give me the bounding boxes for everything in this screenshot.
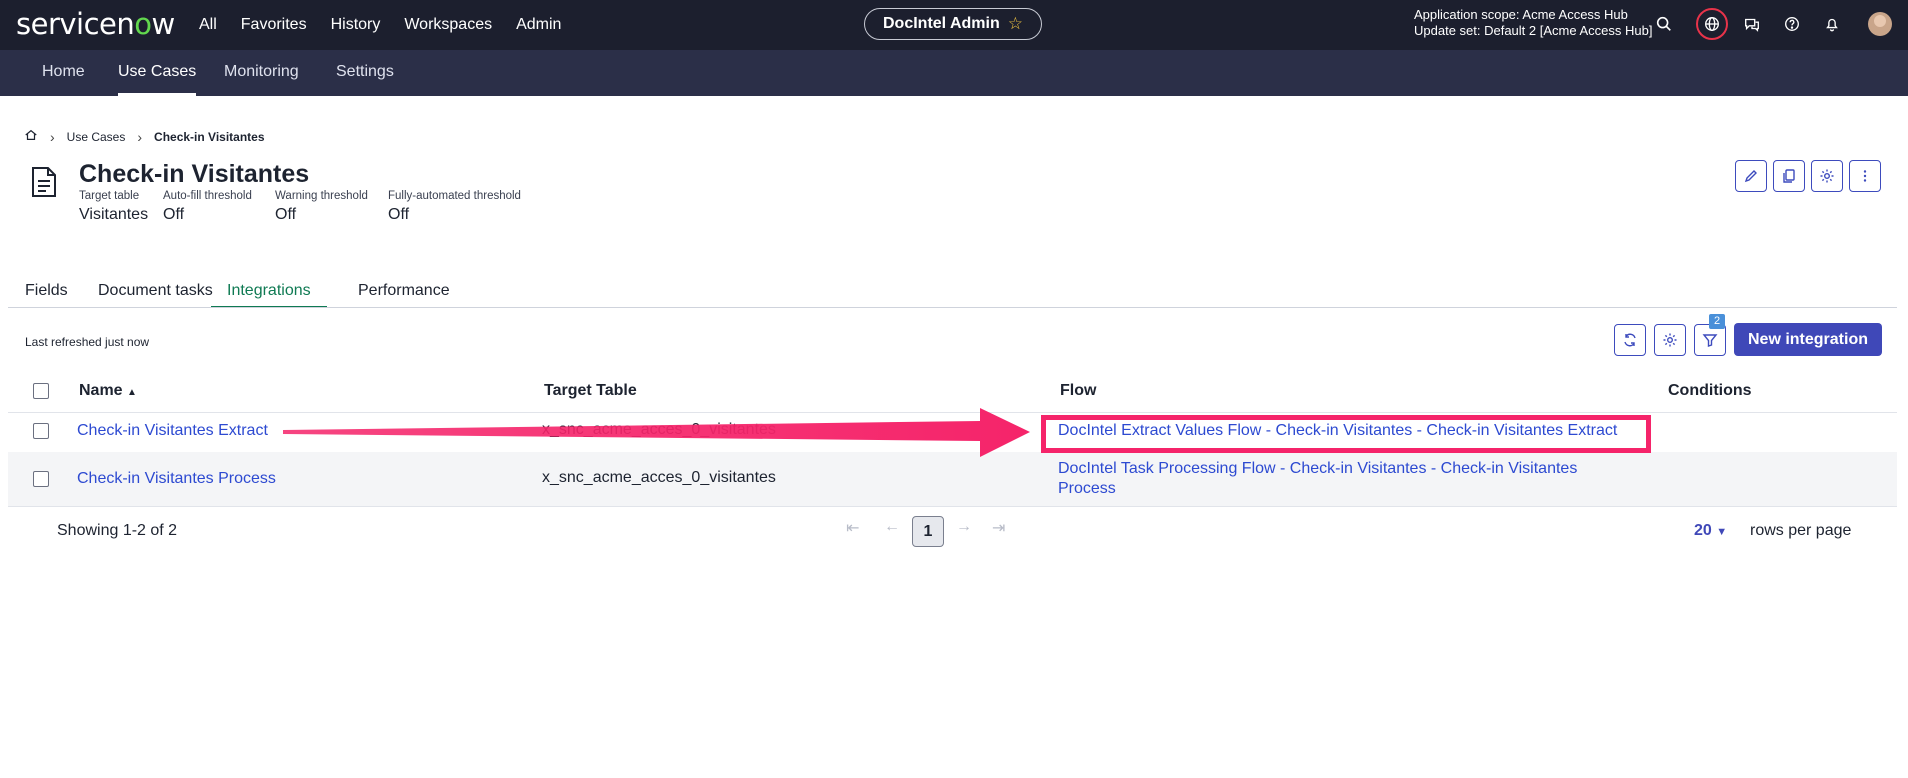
column-header-name-label: Name: [79, 382, 123, 399]
page-title: Check-in Visitantes: [79, 160, 310, 188]
meta-label: Fully-automated threshold: [388, 190, 521, 202]
gear-icon: [1820, 169, 1834, 183]
showing-count: Showing 1-2 of 2: [57, 522, 178, 539]
meta-label: Auto-fill threshold: [163, 190, 252, 202]
tab-performance[interactable]: Performance: [358, 276, 450, 308]
filter-count-badge: 2: [1709, 314, 1725, 329]
row-target-table: x_snc_acme_acces_0_visitantes: [542, 469, 776, 486]
table-bottom-divider: [8, 506, 1897, 507]
row-checkbox[interactable]: [33, 423, 49, 439]
nav-all[interactable]: All: [199, 16, 217, 34]
sub-nav: Home Use Cases Monitoring Settings: [0, 50, 1908, 96]
meta-auto-fill: Auto-fill threshold Off: [163, 190, 252, 224]
help-icon[interactable]: [1780, 12, 1804, 36]
next-page-icon[interactable]: →: [956, 518, 972, 536]
app-scope: Application scope: Acme Access Hub: [1414, 7, 1628, 22]
chevron-right-icon: ›: [50, 128, 55, 145]
breadcrumb: › Use Cases › Check-in Visitantes: [24, 128, 265, 145]
scope-info[interactable]: Application scope: Acme Access Hub Updat…: [1414, 7, 1652, 39]
column-header-target-table[interactable]: Target Table: [544, 382, 637, 400]
row-flow-line-1: DocIntel Task Processing Flow - Check-in…: [1058, 460, 1578, 477]
current-page-button[interactable]: 1: [912, 516, 944, 547]
row-flow-line-2: Process: [1058, 480, 1116, 497]
servicenow-logo[interactable]: servicenow: [16, 7, 175, 41]
more-button[interactable]: [1849, 160, 1881, 192]
top-nav: All Favorites History Workspaces Admin: [199, 0, 585, 50]
new-integration-button[interactable]: New integration: [1734, 323, 1882, 356]
row-flow-link[interactable]: DocIntel Task Processing Flow - Check-in…: [1058, 459, 1618, 499]
annotation-arrow: [283, 408, 1030, 457]
subnav-settings[interactable]: Settings: [336, 50, 394, 96]
meta-value: Off: [275, 206, 297, 223]
nav-workspaces[interactable]: Workspaces: [404, 16, 492, 34]
chevron-down-icon: ▼: [1716, 526, 1728, 538]
copy-button[interactable]: [1773, 160, 1805, 192]
previous-page-icon[interactable]: ←: [884, 518, 900, 536]
gear-icon: [1663, 333, 1677, 347]
rows-per-page-label: rows per page: [1750, 522, 1852, 539]
column-header-conditions[interactable]: Conditions: [1668, 382, 1752, 400]
meta-value: Visitantes: [79, 206, 149, 223]
last-page-icon[interactable]: ⇥: [992, 518, 1005, 538]
select-all-checkbox[interactable]: [33, 383, 49, 399]
more-vertical-icon: [1863, 170, 1867, 182]
meta-value: Off: [163, 206, 185, 223]
tab-integrations[interactable]: Integrations: [211, 276, 327, 308]
pencil-icon: [1744, 170, 1757, 183]
top-bar: servicenow All Favorites History Workspa…: [0, 0, 1908, 50]
settings-button[interactable]: [1811, 160, 1843, 192]
row-name-link[interactable]: Check-in Visitantes Extract: [77, 421, 268, 441]
tab-divider: [8, 307, 1897, 308]
nav-favorites[interactable]: Favorites: [241, 16, 307, 34]
update-set: Update set: Default 2 [Acme Access Hub]: [1414, 23, 1653, 38]
column-header-name[interactable]: Name ▲: [79, 382, 137, 400]
document-icon: [30, 166, 58, 203]
meta-label: Warning threshold: [275, 190, 368, 202]
refresh-icon: [1624, 333, 1636, 347]
avatar[interactable]: [1868, 12, 1892, 36]
list-settings-button[interactable]: [1654, 324, 1686, 356]
rows-per-page-select[interactable]: 20 ▼: [1694, 522, 1727, 540]
column-header-flow[interactable]: Flow: [1060, 382, 1096, 400]
workspace-pill-label: DocIntel Admin: [883, 15, 1000, 32]
meta-warning: Warning threshold Off: [275, 190, 368, 224]
chevron-right-icon: ›: [137, 128, 143, 145]
subnav-use-cases[interactable]: Use Cases: [118, 50, 197, 96]
search-icon[interactable]: [1652, 12, 1676, 36]
rows-per-page-value: 20: [1694, 522, 1712, 539]
star-icon[interactable]: ☆: [1008, 14, 1023, 34]
bell-icon[interactable]: [1820, 12, 1844, 36]
sort-ascending-icon: ▲: [127, 387, 137, 398]
tab-document-tasks[interactable]: Document tasks: [98, 276, 213, 308]
filter-icon: [1702, 334, 1718, 347]
workspace-pill[interactable]: DocIntel Admin ☆: [864, 8, 1042, 40]
meta-label: Target table: [79, 190, 140, 202]
chat-icon[interactable]: [1740, 12, 1764, 36]
first-page-icon[interactable]: ⇤: [846, 518, 859, 538]
nav-history[interactable]: History: [331, 16, 381, 34]
tab-fields[interactable]: Fields: [25, 276, 68, 308]
last-refreshed: Last refreshed just now: [25, 335, 150, 349]
meta-value: Off: [388, 206, 410, 223]
breadcrumb-current: Check-in Visitantes: [154, 129, 265, 144]
subnav-home[interactable]: Home: [42, 50, 85, 96]
breadcrumb-use-cases[interactable]: Use Cases: [67, 130, 126, 144]
row-checkbox[interactable]: [33, 471, 49, 487]
row-name-link[interactable]: Check-in Visitantes Process: [77, 469, 276, 489]
refresh-button[interactable]: [1614, 324, 1646, 356]
meta-target-table: Target table Visitantes: [79, 190, 148, 224]
copy-icon: [1783, 169, 1795, 183]
nav-admin[interactable]: Admin: [516, 16, 561, 34]
edit-button[interactable]: [1735, 160, 1767, 192]
globe-icon[interactable]: [1700, 12, 1724, 36]
home-icon[interactable]: [24, 128, 38, 145]
subnav-monitoring[interactable]: Monitoring: [224, 50, 299, 96]
annotation-highlight-box: [1041, 415, 1651, 453]
meta-fully-automated: Fully-automated threshold Off: [388, 190, 521, 224]
